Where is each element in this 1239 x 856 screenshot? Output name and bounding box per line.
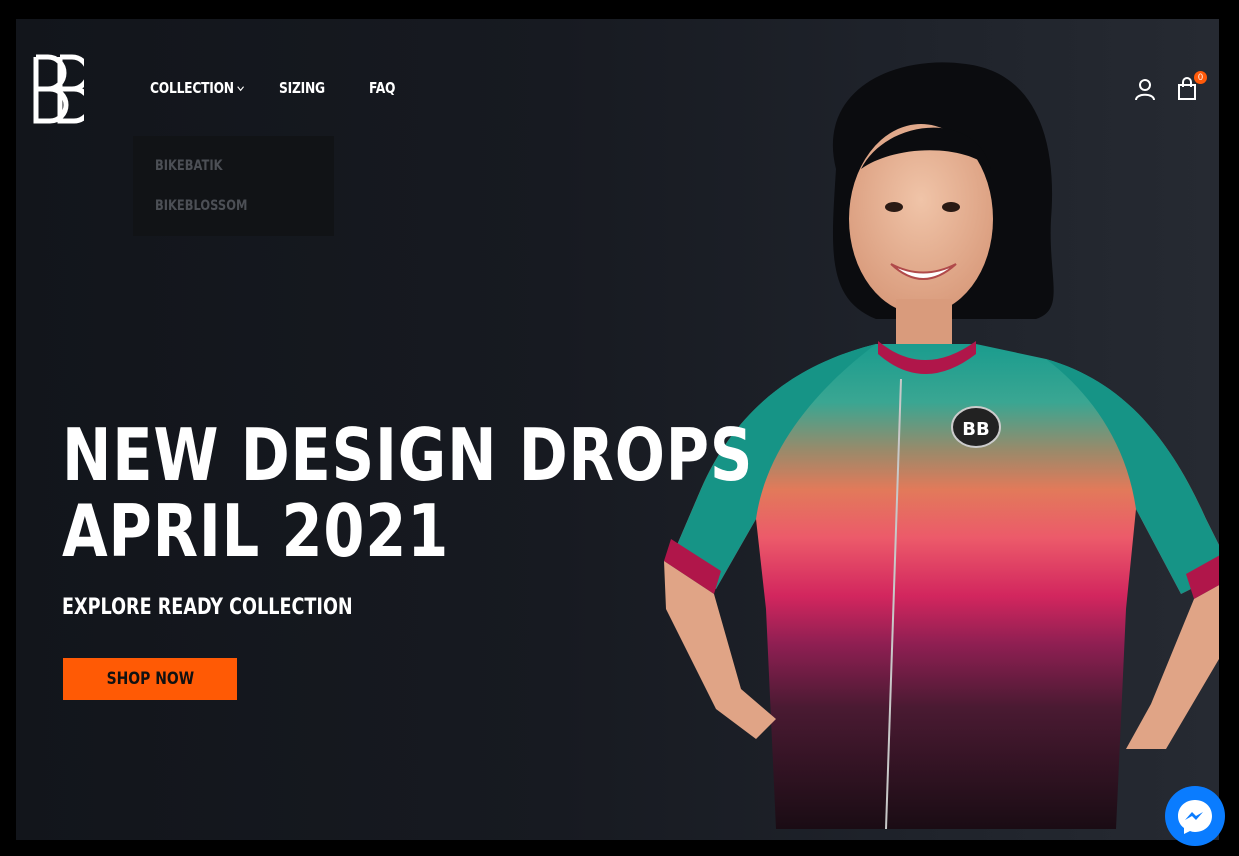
nav-sizing[interactable]: SIZING (279, 79, 325, 97)
dropdown-item-bikeblossom[interactable]: BIKEBLOSSOM (155, 198, 247, 214)
nav-collection-label: COLLECTION (150, 79, 234, 97)
nav-faq-label: FAQ (369, 79, 396, 97)
messenger-chat-button[interactable] (1165, 786, 1225, 846)
brand-logo[interactable] (32, 53, 84, 125)
chevron-down-icon (237, 85, 245, 91)
hero-headline: NEW DESIGN DROPS APRIL 2021 (62, 417, 753, 569)
nav-sizing-label: SIZING (279, 79, 326, 97)
shop-now-label: SHOP NOW (106, 669, 194, 689)
hero-subheadline: EXPLORE READY COLLECTION (62, 595, 353, 620)
hero-headline-line1: NEW DESIGN DROPS (62, 413, 754, 497)
dropdown-item-bikebatik[interactable]: BIKEBATIK (155, 158, 223, 174)
messenger-icon (1178, 800, 1212, 834)
nav-collection[interactable]: COLLECTION (150, 79, 245, 97)
collection-dropdown: BIKEBATIK BIKEBLOSSOM (133, 136, 334, 236)
jersey-logo-text: BB (962, 419, 989, 440)
nav-faq[interactable]: FAQ (369, 79, 395, 97)
hero-headline-line2: APRIL 2021 (62, 489, 450, 573)
shop-now-button[interactable]: SHOP NOW (63, 658, 237, 700)
main-nav: COLLECTION SIZING FAQ (150, 79, 401, 97)
hero-frame: COLLECTION SIZING FAQ BIKEBATIK BIKEBLOS… (16, 19, 1219, 840)
